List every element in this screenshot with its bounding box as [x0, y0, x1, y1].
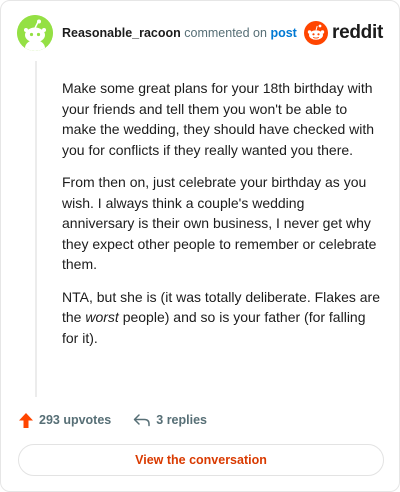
reply-count: 3 replies [156, 413, 207, 427]
username-link[interactable]: Reasonable_racoon [62, 26, 181, 40]
thread-line [35, 61, 37, 397]
snoo-avatar-icon[interactable] [17, 15, 53, 51]
comment-meta: Reasonable_racoon commented on post [62, 26, 297, 40]
post-link[interactable]: post [270, 26, 296, 40]
comment-paragraph: NTA, but she is (it was totally delibera… [62, 287, 380, 349]
replies-button[interactable]: 3 replies [133, 413, 207, 427]
comment-actions: 293 upvotes 3 replies [18, 409, 207, 431]
reply-arrow-icon [134, 414, 151, 427]
upvote-button[interactable]: 293 upvotes [18, 412, 111, 429]
comment-body: Make some great plans for your 18th birt… [62, 78, 380, 360]
reddit-logo-icon [304, 21, 329, 45]
comment-paragraph: Make some great plans for your 18th birt… [62, 80, 375, 158]
upvote-count: 293 upvotes [39, 413, 112, 427]
comment-emphasis: worst [85, 309, 119, 325]
comment-header: Reasonable_racoon commented on post redd… [17, 15, 383, 55]
reddit-brand[interactable]: reddit [304, 20, 383, 46]
action-text: commented on [184, 26, 267, 40]
view-conversation-button[interactable]: View the conversation [18, 444, 384, 476]
comment-paragraph: From then on, just celebrate your birthd… [62, 174, 377, 272]
upvote-arrow-icon [19, 412, 33, 428]
reddit-comment-card: Reasonable_racoon commented on post redd… [0, 0, 400, 492]
reddit-wordmark: reddit [332, 22, 383, 43]
